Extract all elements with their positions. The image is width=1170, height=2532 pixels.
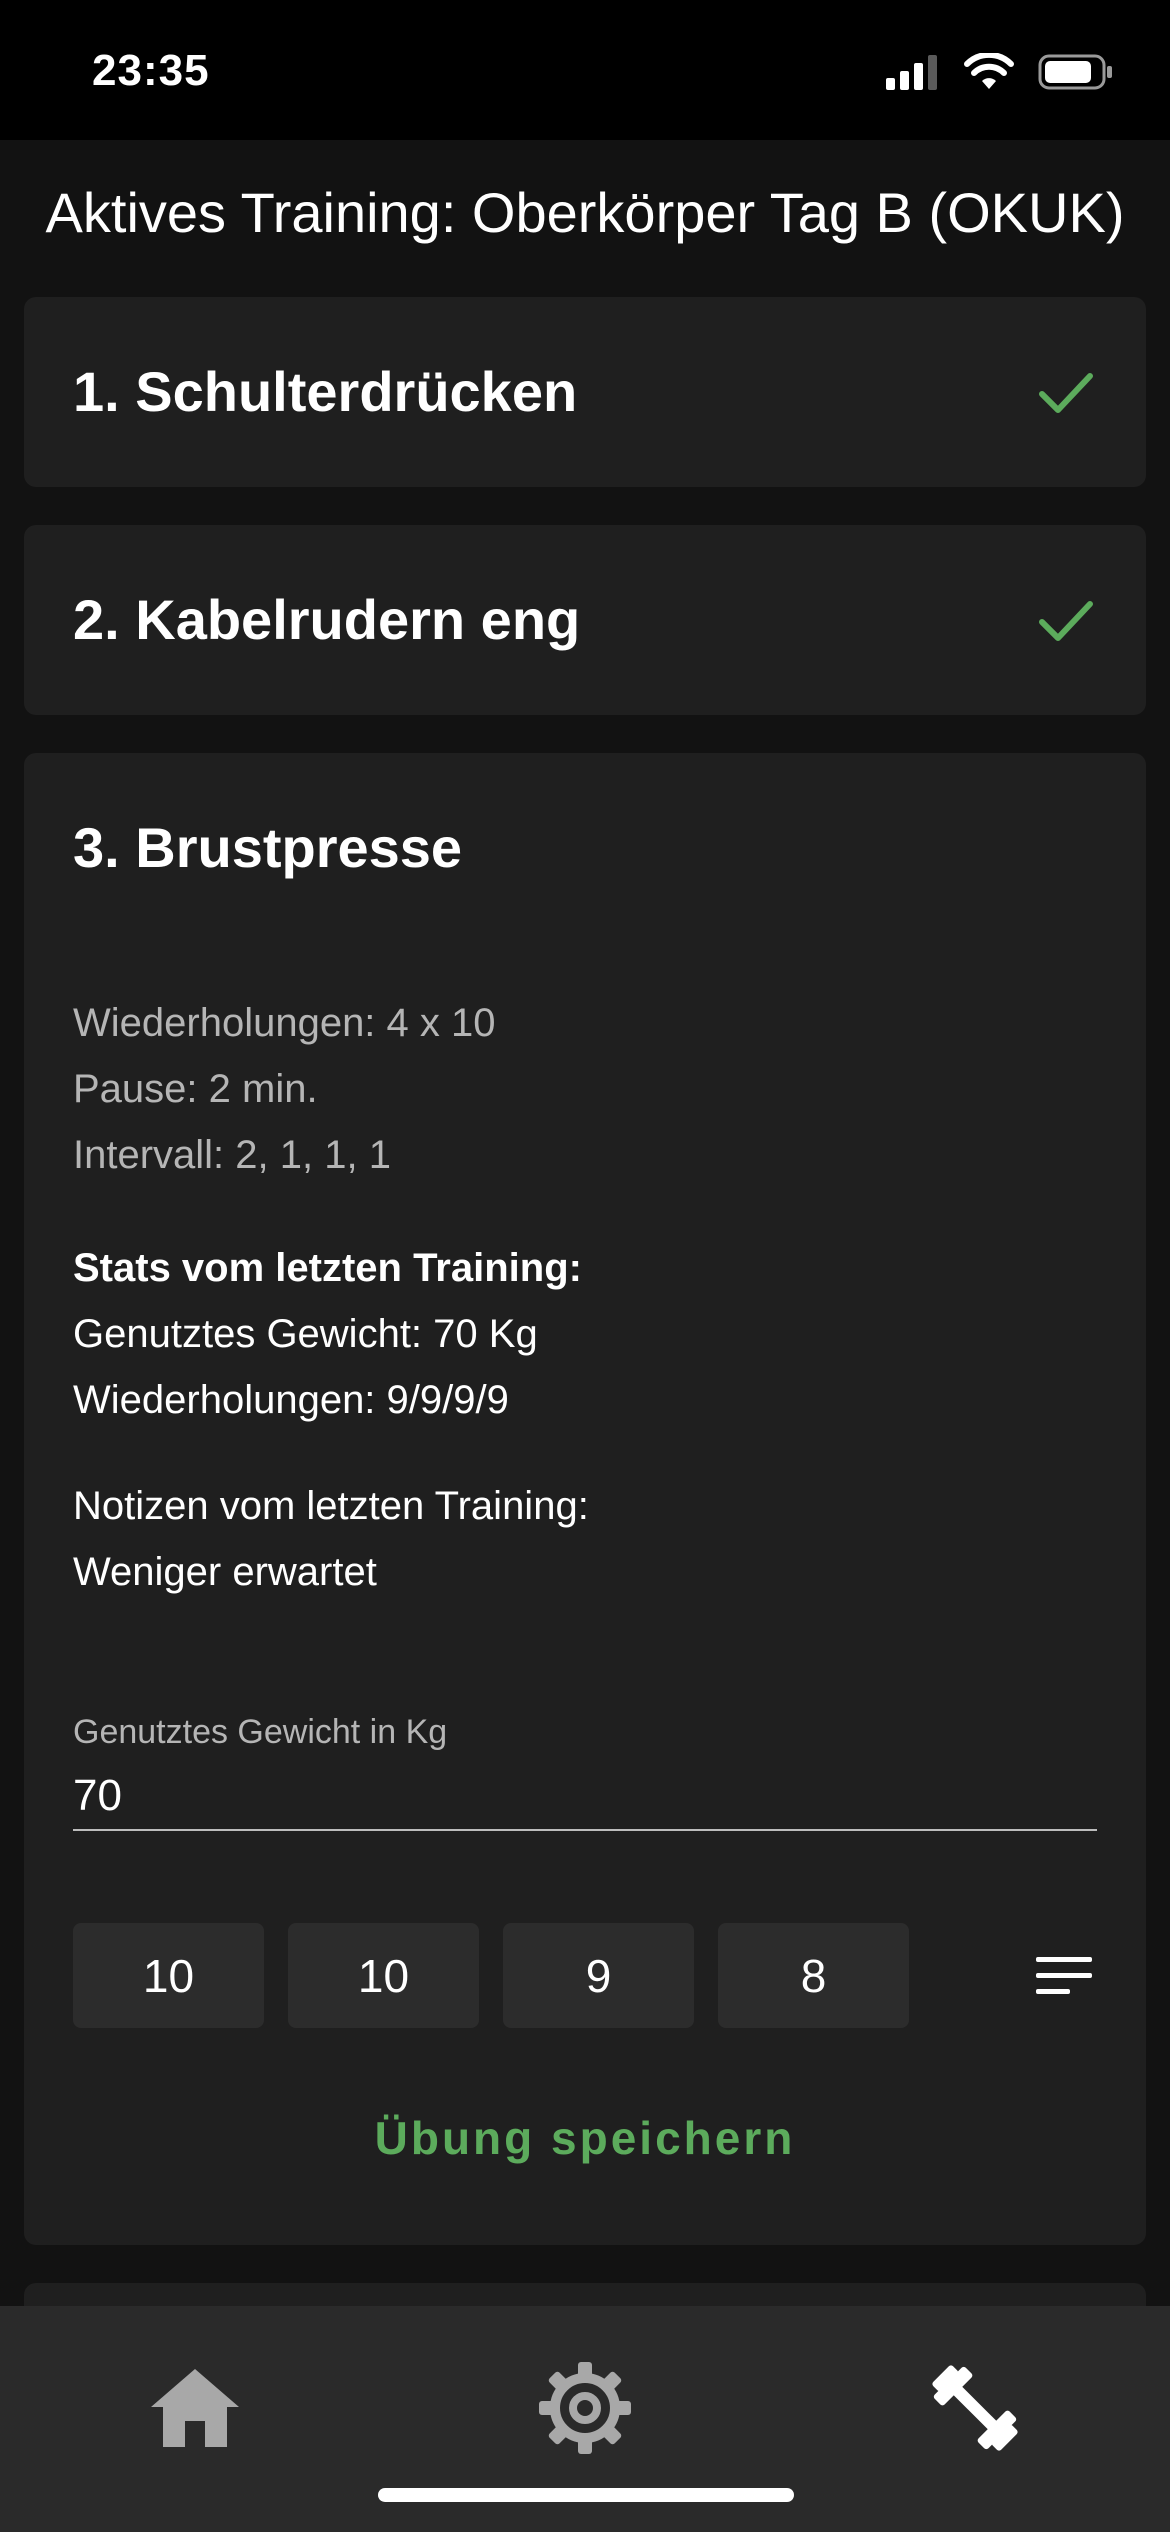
last-training-notes: Notizen vom letzten Training: Weniger er… [73,1473,589,1605]
nav-settings[interactable] [525,2348,645,2468]
status-time: 23:35 [92,46,210,95]
cellular-signal-icon [886,55,937,90]
home-icon [151,2369,239,2447]
exercise-plan: Wiederholungen: 4 x 10 Pause: 2 min. Int… [73,990,496,1188]
notes-text: Weniger erwartet [73,1550,377,1594]
exercise-title[interactable]: 3. Brustpresse [73,815,462,880]
notes-menu-icon[interactable] [1034,1951,1094,2001]
last-reps-text: Wiederholungen: 9/9/9/9 [73,1378,509,1422]
set-reps-input-2[interactable]: 10 [288,1923,479,2028]
app-screen: 23:35 Aktives Training: Oberkörper Tag B… [0,0,1170,2532]
save-exercise-button[interactable]: Übung speichern [24,2111,1146,2165]
repetitions-text: Wiederholungen: 4 x 10 [73,1001,496,1045]
nav-home[interactable] [135,2348,255,2468]
stats-heading: Stats vom letzten Training: [73,1246,582,1290]
home-indicator [378,2488,794,2502]
status-bar: 23:35 [0,0,1170,140]
set-reps-row: 10 10 9 8 [73,1923,909,2028]
check-icon [1039,373,1093,413]
exercise-title: 1. Schulterdrücken [73,360,578,423]
last-weight-text: Genutztes Gewicht: 70 Kg [73,1312,538,1356]
exercise-title: 2. Kabelrudern eng [73,588,581,651]
battery-icon [1038,54,1112,90]
exercise-card-2[interactable]: 2. Kabelrudern eng [24,525,1146,715]
weight-input[interactable] [73,1763,1097,1831]
exercise-card-3: 3. Brustpresse Wiederholungen: 4 x 10 Pa… [24,753,1146,2245]
weight-field-label: Genutztes Gewicht in Kg [73,1713,448,1751]
gear-icon [539,2362,631,2454]
wifi-icon [964,53,1014,89]
check-icon [1039,601,1093,641]
last-training-stats: Stats vom letzten Training: Genutztes Ge… [73,1235,582,1433]
exercise-card-1[interactable]: 1. Schulterdrücken [24,297,1146,487]
set-reps-input-4[interactable]: 8 [718,1923,909,2028]
interval-text: Intervall: 2, 1, 1, 1 [73,1133,391,1177]
set-reps-input-3[interactable]: 9 [503,1923,694,2028]
set-reps-input-1[interactable]: 10 [73,1923,264,2028]
page-title: Aktives Training: Oberkörper Tag B (OKUK… [45,181,1125,244]
notes-heading: Notizen vom letzten Training: [73,1484,589,1528]
pause-text: Pause: 2 min. [73,1067,318,1111]
dumbbell-icon [932,2365,1018,2451]
status-icons [886,50,1114,94]
nav-workout[interactable] [915,2348,1035,2468]
